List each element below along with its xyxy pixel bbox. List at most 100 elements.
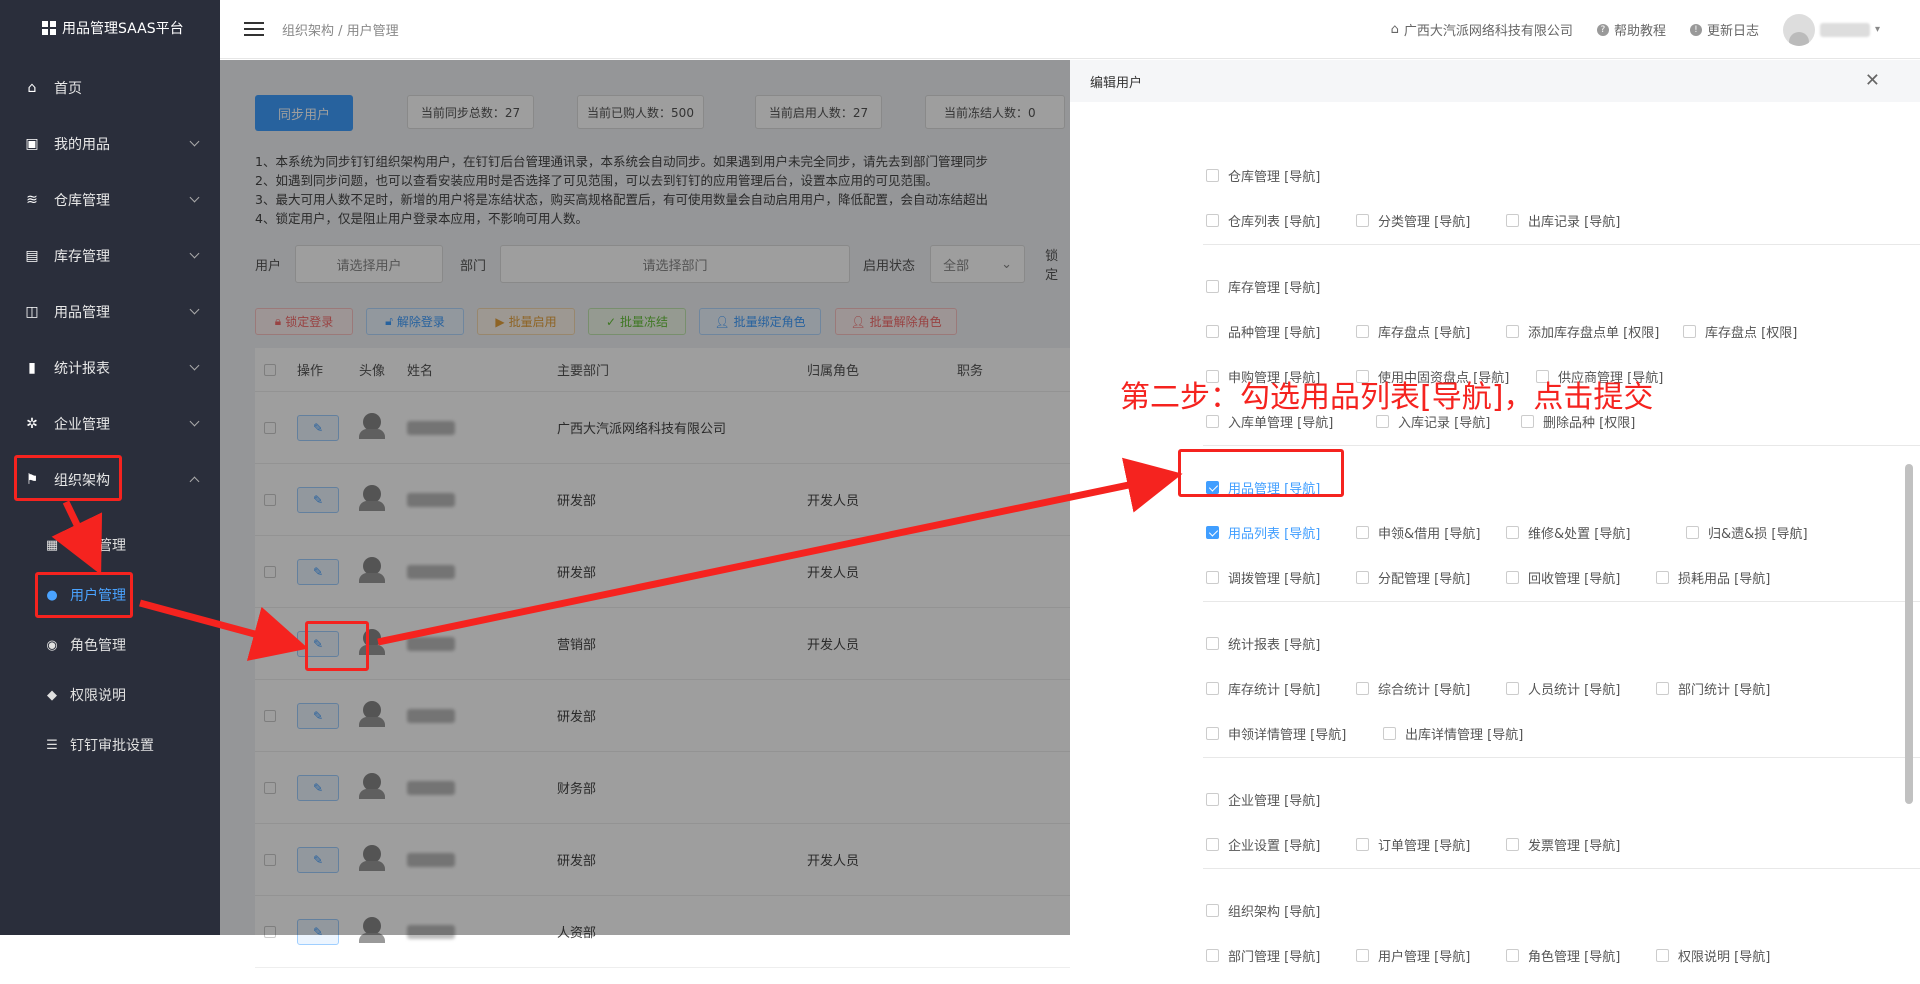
checkbox[interactable] <box>1356 949 1369 962</box>
checkbox[interactable] <box>1376 415 1389 428</box>
checkbox[interactable] <box>1206 949 1219 962</box>
table-row[interactable]: ✎ 研发部 开发人员 <box>255 824 1070 896</box>
permission-checkbox[interactable]: 权限说明 [导航] <box>1656 946 1770 965</box>
table-row[interactable]: ✎ 研发部 开发人员 <box>255 536 1070 608</box>
company-link[interactable]: ⌂ 广西大汽派网络科技有限公司 <box>1391 20 1573 39</box>
user-menu[interactable]: ▾ <box>1782 13 1880 46</box>
row-checkbox[interactable] <box>264 781 276 794</box>
checkbox[interactable] <box>1206 415 1219 428</box>
checkbox[interactable] <box>1356 571 1369 584</box>
table-row[interactable]: ✎ 财务部 <box>255 752 1070 824</box>
checkbox[interactable] <box>1383 727 1396 740</box>
checkbox[interactable] <box>1206 325 1219 338</box>
edit-button[interactable]: ✎ <box>297 774 339 801</box>
permission-checkbox[interactable]: 用品列表 [导航] <box>1206 523 1320 542</box>
permission-checkbox[interactable]: 回收管理 [导航] <box>1506 568 1620 587</box>
row-checkbox[interactable] <box>264 637 276 650</box>
batch-unbind-role-button[interactable]: 👤︎ 批量解除角色 <box>835 308 957 335</box>
permission-checkbox[interactable]: 出库详情管理 [导航] <box>1383 724 1523 743</box>
changelog-link[interactable]: ! 更新日志 <box>1689 20 1759 39</box>
sidebar-subitem-3[interactable]: ◉ 角色管理 <box>0 620 220 670</box>
scrollbar-thumb[interactable] <box>1905 464 1913 804</box>
edit-button[interactable]: ✎ <box>297 702 339 729</box>
row-checkbox[interactable] <box>264 493 276 506</box>
permission-checkbox[interactable]: 订单管理 [导航] <box>1356 835 1470 854</box>
sidebar-item-1[interactable]: ⌂ 首页 <box>0 60 220 116</box>
permission-checkbox[interactable]: 发票管理 [导航] <box>1506 835 1620 854</box>
permission-checkbox[interactable]: 库存统计 [导航] <box>1206 679 1320 698</box>
permission-checkbox[interactable]: 企业设置 [导航] <box>1206 835 1320 854</box>
permission-checkbox[interactable]: 组织架构 [导航] <box>1206 901 1320 920</box>
edit-button[interactable]: ✎ <box>297 558 339 585</box>
checkbox[interactable] <box>1506 838 1519 851</box>
checkbox[interactable] <box>1206 793 1219 806</box>
permission-checkbox[interactable]: 损耗用品 [导航] <box>1656 568 1770 587</box>
sidebar-item-6[interactable]: ▮ 统计报表 <box>0 340 220 396</box>
sidebar-item-2[interactable]: ▣ 我的用品 <box>0 116 220 172</box>
checkbox[interactable] <box>1206 571 1219 584</box>
select-all-checkbox[interactable] <box>264 363 276 376</box>
table-row[interactable]: ✎ 广西大汽派网络科技有限公司 <box>255 392 1070 464</box>
checkbox[interactable] <box>1206 280 1219 293</box>
permission-checkbox[interactable]: 统计报表 [导航] <box>1206 634 1320 653</box>
permission-checkbox[interactable]: 出库记录 [导航] <box>1506 211 1620 230</box>
checkbox[interactable] <box>1521 415 1534 428</box>
permission-checkbox[interactable]: 维修&处置 [导航] <box>1506 523 1630 542</box>
permission-checkbox[interactable]: 仓库列表 [导航] <box>1206 211 1320 230</box>
permission-checkbox[interactable]: 企业管理 [导航] <box>1206 790 1320 809</box>
checkbox[interactable] <box>1206 904 1219 917</box>
unlock-login-button[interactable]: 🔓︎ 解除登录 <box>366 308 464 335</box>
permission-checkbox[interactable]: 调拨管理 [导航] <box>1206 568 1320 587</box>
panel-scrollbar[interactable] <box>1904 124 1914 984</box>
checkbox[interactable] <box>1356 526 1369 539</box>
sidebar-subitem-5[interactable]: ☰ 钉钉审批设置 <box>0 720 220 770</box>
table-row[interactable]: ✎ 研发部 <box>255 680 1070 752</box>
checkbox[interactable] <box>1656 571 1669 584</box>
row-checkbox[interactable] <box>264 565 276 578</box>
permission-checkbox[interactable]: 综合统计 [导航] <box>1356 679 1470 698</box>
permission-checkbox[interactable]: 申领详情管理 [导航] <box>1206 724 1346 743</box>
dept-select[interactable]: 请选择部门 <box>500 245 850 283</box>
batch-freeze-button[interactable]: ✓ 批量冻结 <box>588 308 686 335</box>
checkbox[interactable] <box>1656 682 1669 695</box>
edit-button[interactable]: ✎ <box>297 486 339 513</box>
permission-checkbox[interactable]: 库存盘点 [权限] <box>1683 322 1797 341</box>
checkbox[interactable] <box>1206 214 1219 227</box>
help-link[interactable]: ? 帮助教程 <box>1596 20 1666 39</box>
sidebar-item-7[interactable]: ✲ 企业管理 <box>0 396 220 452</box>
permission-checkbox[interactable]: 归&遗&损 [导航] <box>1686 523 1808 542</box>
table-row[interactable]: ✎ 研发部 开发人员 <box>255 464 1070 536</box>
permission-checkbox[interactable]: 部门统计 [导航] <box>1656 679 1770 698</box>
table-row[interactable]: ✎ 人资部 <box>255 896 1070 968</box>
row-checkbox[interactable] <box>264 421 276 434</box>
checkbox[interactable] <box>1506 325 1519 338</box>
checkbox[interactable] <box>1656 949 1669 962</box>
edit-button[interactable]: ✎ <box>297 846 339 873</box>
sidebar-item-3[interactable]: ≋ 仓库管理 <box>0 172 220 228</box>
checkbox[interactable] <box>1506 682 1519 695</box>
batch-enable-button[interactable]: ▶ 批量启用 <box>477 308 575 335</box>
checkbox[interactable] <box>1356 682 1369 695</box>
checkbox[interactable] <box>1506 571 1519 584</box>
checkbox[interactable] <box>1206 727 1219 740</box>
permission-checkbox[interactable]: 添加库存盘点单 [权限] <box>1506 322 1659 341</box>
checkbox[interactable] <box>1683 325 1696 338</box>
permission-checkbox[interactable]: 申领&借用 [导航] <box>1356 523 1480 542</box>
edit-button[interactable]: ✎ <box>297 414 339 441</box>
checkbox[interactable] <box>1356 214 1369 227</box>
checkbox[interactable] <box>1506 526 1519 539</box>
permission-checkbox[interactable]: 仓库管理 [导航] <box>1206 166 1320 185</box>
close-icon[interactable]: ✕ <box>1865 70 1880 91</box>
permission-checkbox[interactable]: 人员统计 [导航] <box>1506 679 1620 698</box>
table-row[interactable]: ✎ 营销部 开发人员 <box>255 608 1070 680</box>
checkbox[interactable] <box>1686 526 1699 539</box>
row-checkbox[interactable] <box>264 853 276 866</box>
menu-toggle-icon[interactable] <box>244 22 264 36</box>
row-checkbox[interactable] <box>264 709 276 722</box>
permission-checkbox[interactable]: 部门管理 [导航] <box>1206 946 1320 965</box>
edit-button[interactable]: ✎ <box>297 918 339 945</box>
status-select[interactable]: 全部 ⌄ <box>930 245 1026 283</box>
permission-checkbox[interactable]: 品种管理 [导航] <box>1206 322 1320 341</box>
permission-checkbox[interactable]: 库存盘点 [导航] <box>1356 322 1470 341</box>
user-select[interactable]: 请选择用户 <box>295 245 443 283</box>
